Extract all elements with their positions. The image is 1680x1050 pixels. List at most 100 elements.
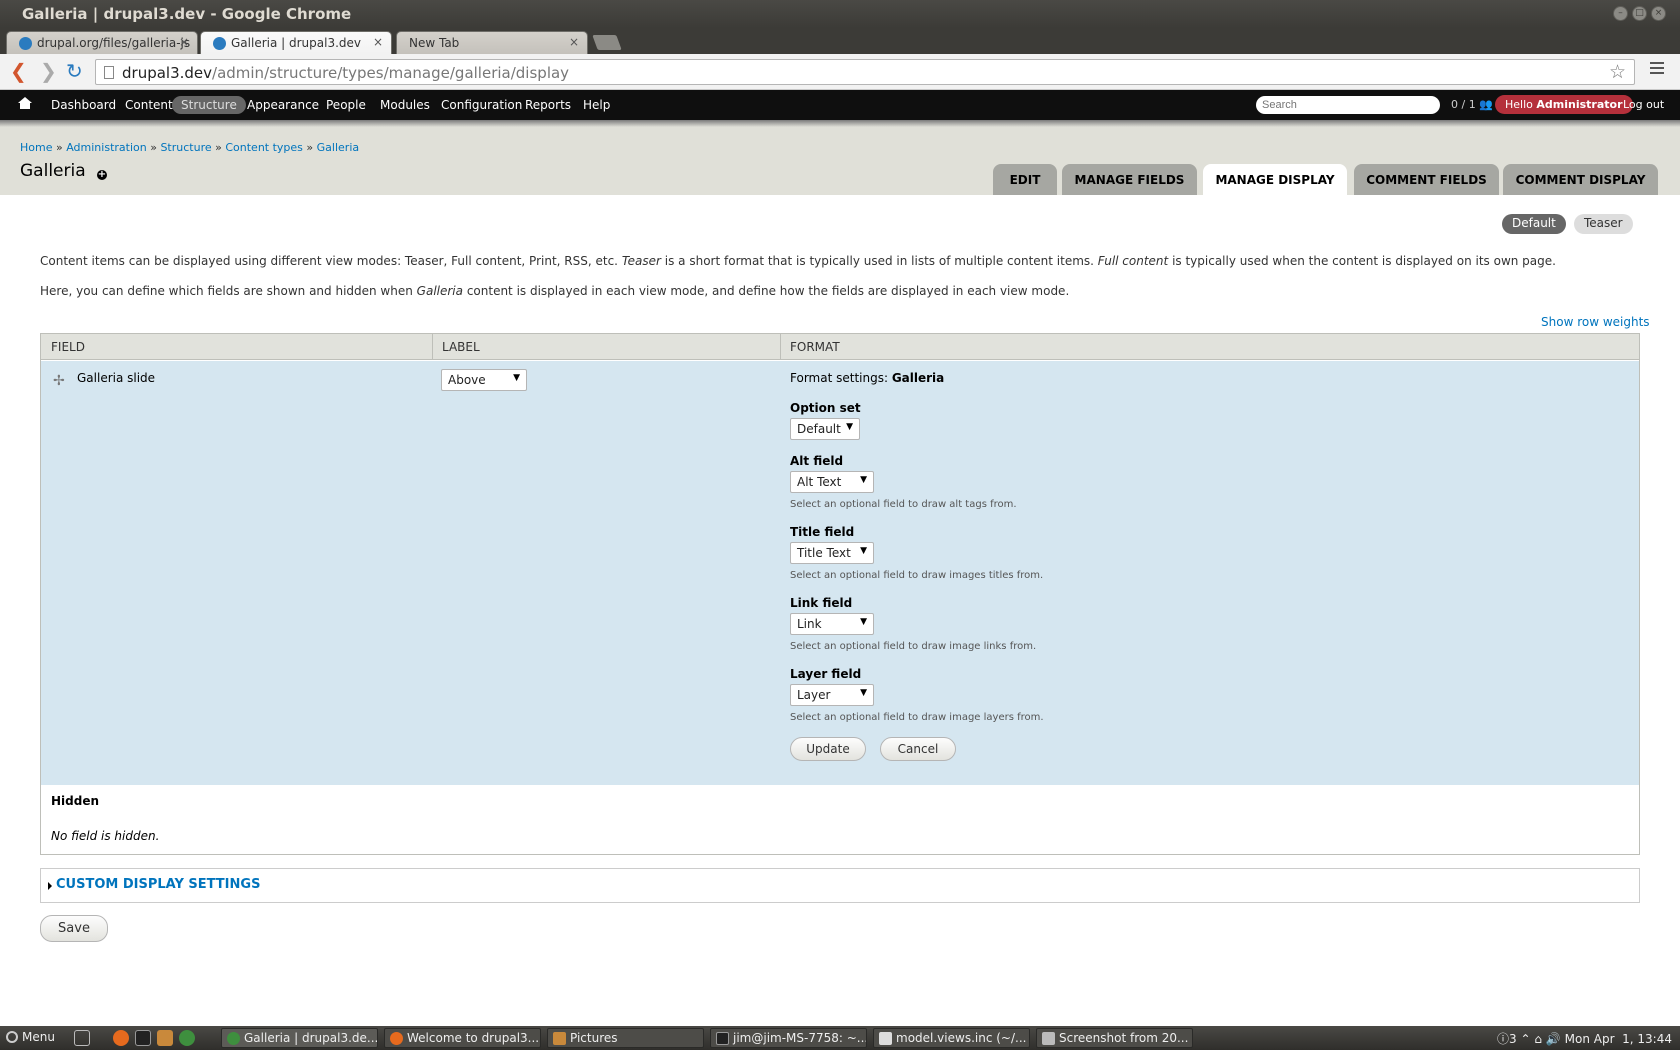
view-mode-teaser[interactable]: Teaser [1574,214,1633,234]
breadcrumb-separator: » [215,141,222,154]
browser-tab-active[interactable]: Galleria | drupal3.dev × [200,31,392,54]
view-mode-default[interactable]: Default [1502,214,1566,234]
show-desktop-icon[interactable] [74,1030,90,1046]
add-shortcut-icon[interactable]: + [97,170,107,180]
taskbar-task[interactable]: Welcome to drupal3.... [384,1028,541,1048]
alt-field-select[interactable]: Alt Text ▼ [790,471,874,493]
taskbar-task[interactable]: Galleria | drupal3.de... [221,1028,378,1048]
toolbar-item-modules[interactable]: Modules [371,96,439,114]
description-line-1: Content items can be displayed using dif… [40,254,1556,268]
toolbar-item-people[interactable]: People [317,96,375,114]
drag-handle-icon[interactable]: ✢ [53,373,65,389]
description-line-2: Here, you can define which fields are sh… [40,284,1069,298]
show-row-weights-link[interactable]: Show row weights [1541,315,1650,329]
browser-tab[interactable]: New Tab × [396,31,588,54]
custom-display-settings-fieldset[interactable]: CUSTOM DISPLAY SETTINGS [40,868,1640,903]
tab-comment-fields[interactable]: COMMENT FIELDS [1354,164,1499,195]
link-field-select[interactable]: Link ▼ [790,613,874,635]
breadcrumb-galleria[interactable]: Galleria [317,141,359,154]
toolbar-item-reports[interactable]: Reports [516,96,580,114]
firefox-launcher-icon[interactable] [113,1030,129,1046]
tab-edit[interactable]: EDIT [993,164,1057,195]
taskbar-task[interactable]: jim@jim-MS-7758: ~... [710,1028,867,1048]
terminal-launcher-icon[interactable] [135,1030,151,1046]
toolbar-item-appearance[interactable]: Appearance [238,96,328,114]
option-set-value: Default [797,422,841,436]
title-field-help: Select an optional field to draw images … [790,570,1044,581]
breadcrumb-home[interactable]: Home [20,141,52,154]
custom-display-settings-link[interactable]: CUSTOM DISPLAY SETTINGS [56,877,260,892]
back-icon[interactable]: ❮ [10,61,27,81]
logout-link[interactable]: Log out [1623,98,1664,111]
taskbar-task[interactable]: Screenshot from 20... [1036,1028,1193,1048]
reload-icon[interactable]: ↻ [66,61,83,81]
toolbar-search-input[interactable] [1256,96,1440,114]
browser-tabstrip: drupal.org/files/galleria-js × Galleria … [0,28,1680,54]
option-set-select[interactable]: Default ▼ [790,418,860,440]
network-icon[interactable]: ⌂ [1534,1032,1542,1046]
chrome-launcher-icon[interactable] [179,1030,195,1046]
maximize-icon[interactable]: □ [1632,6,1647,21]
update-button[interactable]: Update [790,737,866,761]
desc-text: Content items can be displayed using dif… [40,254,622,268]
breadcrumb-content-types[interactable]: Content types [225,141,303,154]
chrome-menu-icon[interactable] [1650,62,1664,77]
taskbar-task[interactable]: Pictures [547,1028,704,1048]
files-launcher-icon[interactable] [157,1030,173,1046]
title-field-select[interactable]: Title Text ▼ [790,542,874,564]
drupal-favicon-icon [213,37,226,50]
forward-icon[interactable]: ❯ [40,61,57,81]
tab-manage-display[interactable]: MANAGE DISPLAY [1203,164,1347,195]
notification-count: 3 [1509,1032,1517,1046]
tab-manage-fields[interactable]: MANAGE FIELDS [1062,164,1197,195]
desc-emphasis: Galleria [416,284,463,298]
breadcrumb-administration[interactable]: Administration [66,141,147,154]
notification-icon[interactable]: ⓘ [1497,1032,1509,1046]
breadcrumb-separator: » [306,141,314,154]
alt-field-help: Select an optional field to draw alt tag… [790,499,1017,510]
browser-tab[interactable]: drupal.org/files/galleria-js × [6,31,198,54]
task-label: model.views.inc (~/... [896,1031,1027,1045]
breadcrumb-structure[interactable]: Structure [160,141,211,154]
address-bar[interactable]: drupal3.dev/admin/structure/types/manage… [95,59,1635,85]
chevron-down-icon: ▼ [860,617,867,627]
tab-comment-display[interactable]: COMMENT DISPLAY [1503,164,1658,195]
toolbar-item-dashboard[interactable]: Dashboard [42,96,125,114]
volume-icon[interactable]: 🔊 [1546,1032,1561,1046]
tab-close-icon[interactable]: × [373,35,383,49]
new-tab-button[interactable] [592,35,622,50]
browser-tab-label: New Tab [409,36,460,50]
minimize-icon[interactable]: – [1613,6,1628,21]
user-greeting[interactable]: Hello Administrator [1495,95,1633,114]
desc-text: Here, you can define which fields are sh… [40,284,417,298]
users-icon: 👥 [1479,98,1493,111]
home-icon[interactable] [18,97,32,111]
page-icon [104,66,114,79]
url-host: drupal3.dev [122,64,213,82]
toolbar-item-structure[interactable]: Structure [172,96,246,114]
title-field-value: Title Text [797,546,851,560]
save-button[interactable]: Save [40,915,108,942]
window-controls: – □ × [1613,6,1666,21]
chevron-down-icon: ▼ [860,546,867,556]
label-display-select[interactable]: Above ▼ [441,369,527,391]
chevron-down-icon: ▼ [846,422,853,432]
desc-text: content is displayed in each view mode, … [463,284,1070,298]
greeting-user: Administrator [1536,98,1623,111]
toolbar-item-help[interactable]: Help [574,96,619,114]
close-icon[interactable]: × [1651,6,1666,21]
tab-close-icon[interactable]: × [569,35,579,49]
admin-toolbar: Dashboard Content Structure Appearance P… [0,90,1680,120]
link-field-value: Link [797,617,822,631]
task-label: Screenshot from 20... [1059,1031,1189,1045]
clock[interactable]: Mon Apr 1, 13:44 [1565,1032,1672,1046]
start-menu-button[interactable]: Menu [6,1030,55,1044]
tab-close-icon[interactable]: × [179,35,189,49]
layer-field-select[interactable]: Layer ▼ [790,684,874,706]
taskbar-task[interactable]: model.views.inc (~/... [873,1028,1030,1048]
chevron-up-icon[interactable]: ⌃ [1521,1032,1531,1046]
cancel-button[interactable]: Cancel [880,737,956,761]
bookmark-star-icon[interactable]: ☆ [1609,61,1626,83]
layer-field-value: Layer [797,688,831,702]
breadcrumb: Home » Administration » Structure » Cont… [20,141,359,154]
